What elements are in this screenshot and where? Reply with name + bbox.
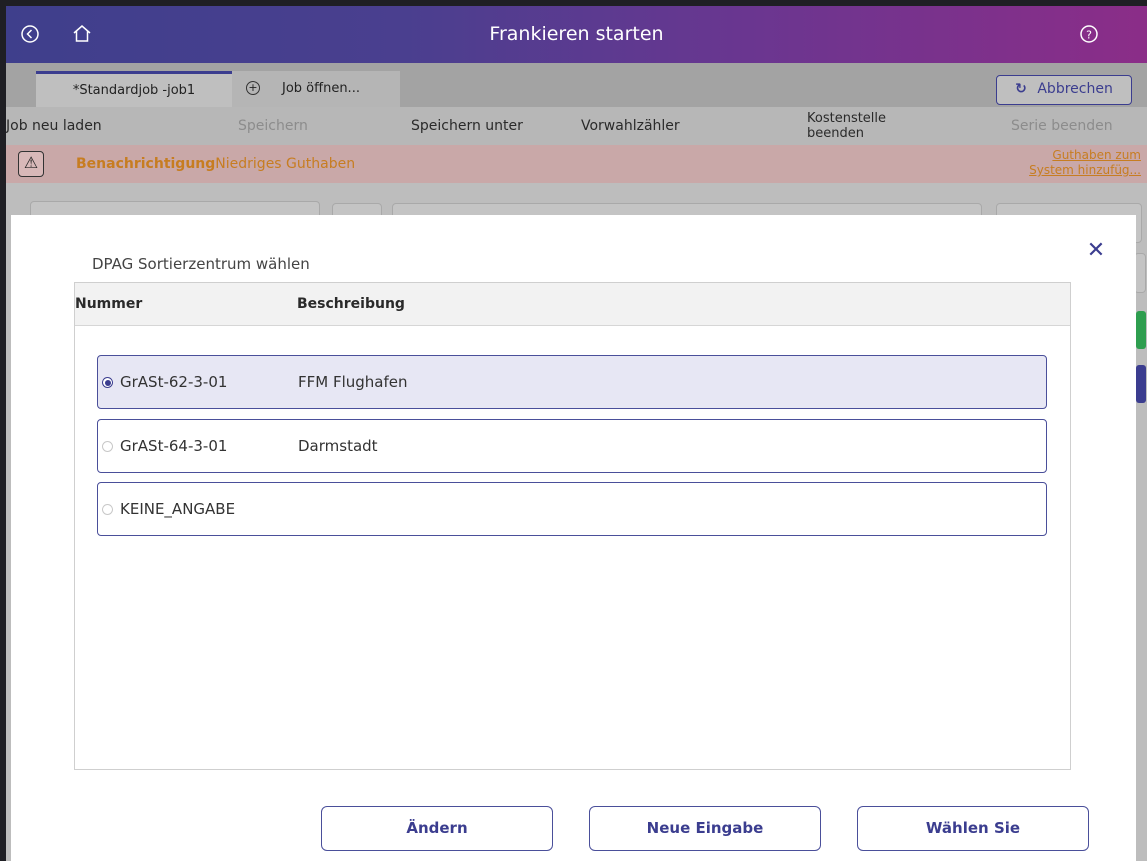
table-row[interactable]: GrASt-64-3-01 Darmstadt [97, 419, 1047, 473]
background-green-button [1136, 311, 1146, 349]
cancel-button[interactable]: ↻ Abbrechen [996, 75, 1132, 105]
title-bar: Frankieren starten ? [6, 6, 1147, 63]
page-title: Frankieren starten [489, 23, 664, 45]
tab-open-job-label: Job öffnen... [282, 81, 360, 96]
row-number: GrASt-64-3-01 [120, 437, 228, 455]
table-row[interactable]: KEINE_ANGABE [97, 482, 1047, 536]
new-entry-button[interactable]: Neue Eingabe [589, 806, 821, 851]
radio-unselected[interactable] [102, 441, 113, 452]
change-button[interactable]: Ändern [321, 806, 553, 851]
end-series-button[interactable]: Serie beenden [1011, 107, 1113, 145]
background-blue-button [1136, 365, 1146, 403]
svg-text:?: ? [1086, 29, 1092, 42]
add-credit-link[interactable]: Guthaben zum System hinzufüg... [1001, 148, 1141, 178]
reload-job-button[interactable]: Job neu laden [6, 107, 102, 145]
app-screen: Frankieren starten ? *Standardjob -job1 … [6, 6, 1147, 861]
sort-center-dialog: ✕ DPAG Sortierzentrum wählen Nummer Besc… [11, 215, 1136, 861]
notification-message: Niedriges Guthaben [215, 156, 356, 172]
save-button[interactable]: Speichern [238, 107, 308, 145]
notification-text: BenachrichtigungNiedriges Guthaben [76, 145, 355, 183]
close-icon[interactable]: ✕ [1086, 240, 1106, 262]
radio-unselected[interactable] [102, 504, 113, 515]
notification-label: Benachrichtigung [76, 156, 216, 172]
save-as-button[interactable]: Speichern unter [411, 107, 523, 145]
refresh-icon: ↻ [1015, 81, 1027, 97]
add-circle-icon: + [246, 81, 260, 95]
end-cost-center-line2: beenden [807, 126, 864, 141]
end-cost-center-line1: Kostenstelle [807, 111, 887, 126]
sort-center-table: Nummer Beschreibung GrASt-62-3-01 FFM Fl… [74, 282, 1071, 770]
radio-selected[interactable] [102, 377, 113, 388]
job-tab-bar: *Standardjob -job1 + Job öffnen... ↻ Abb… [6, 63, 1147, 107]
preset-counter-button[interactable]: Vorwahlzähler [581, 107, 680, 145]
tab-standardjob[interactable]: *Standardjob -job1 [36, 71, 232, 107]
notification-bar: ⚠ BenachrichtigungNiedriges Guthaben Gut… [6, 145, 1147, 183]
table-row[interactable]: GrASt-62-3-01 FFM Flughafen [97, 355, 1047, 409]
tab-open-job[interactable]: + Job öffnen... [232, 71, 400, 107]
end-cost-center-button[interactable]: Kostenstelle beenden [807, 107, 886, 149]
column-header-description: Beschreibung [297, 296, 405, 312]
cancel-button-label: Abbrechen [1037, 81, 1113, 97]
job-toolbar: Job neu laden Speichern Speichern unter … [6, 107, 1147, 145]
choose-button[interactable]: Wählen Sie [857, 806, 1089, 851]
help-icon[interactable]: ? [1075, 20, 1103, 48]
column-header-number: Nummer [75, 296, 143, 312]
row-number: KEINE_ANGABE [120, 500, 236, 518]
add-credit-link-line2: System hinzufüg... [1029, 163, 1141, 177]
row-description: FFM Flughafen [298, 373, 408, 391]
table-header: Nummer Beschreibung [75, 283, 1070, 326]
dialog-title: DPAG Sortierzentrum wählen [92, 255, 310, 273]
row-number: GrASt-62-3-01 [120, 373, 228, 391]
add-credit-link-line1: Guthaben zum [1052, 148, 1141, 162]
warning-icon: ⚠ [18, 151, 44, 177]
row-description: Darmstadt [298, 437, 378, 455]
